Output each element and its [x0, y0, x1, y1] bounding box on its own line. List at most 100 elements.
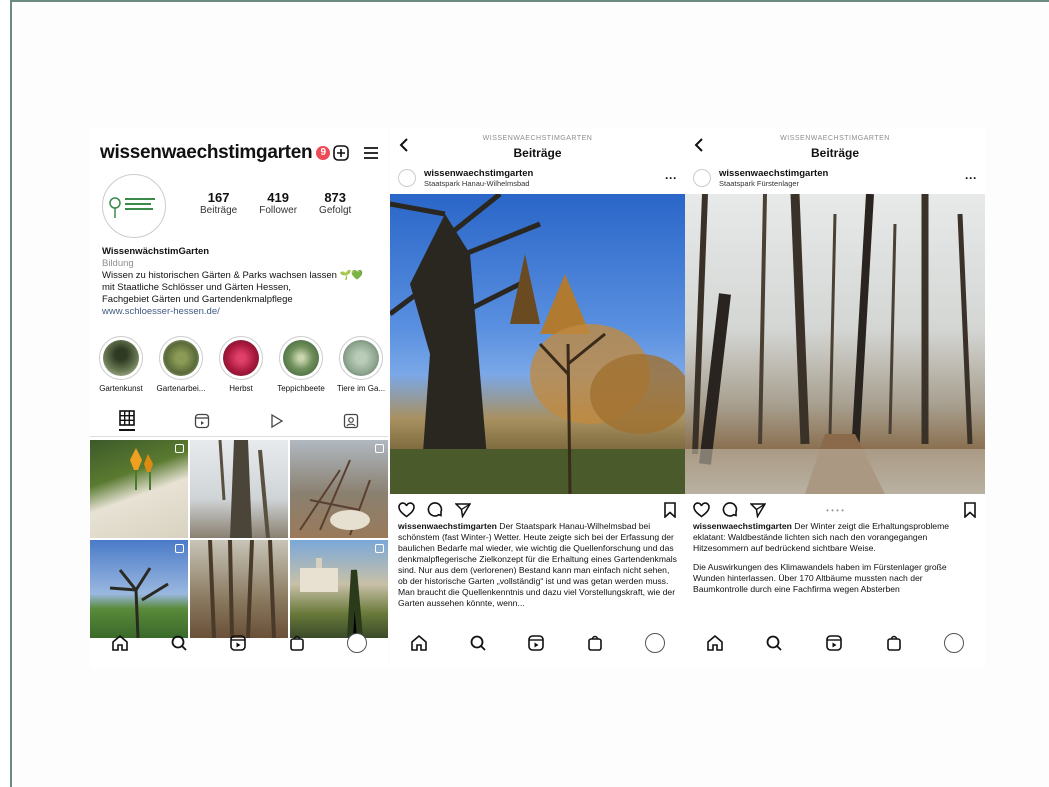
- profile-avatar-small[interactable]: [347, 633, 368, 653]
- heart-icon[interactable]: [398, 502, 415, 518]
- highlight-gartenarbeit[interactable]: Gartenarbei...: [156, 336, 206, 393]
- home-icon[interactable]: [111, 634, 129, 652]
- story-highlights: Gartenkunst Gartenarbei... Herbst Teppic…: [96, 336, 386, 393]
- bio-category: Bildung: [102, 258, 134, 269]
- bio-line: Wissen zu historischen Gärten & Parks wa…: [102, 270, 364, 281]
- post-grid: [90, 440, 388, 638]
- post-caption: wissenwaechstimgarten Der Staatspark Han…: [398, 521, 677, 609]
- tagged-icon[interactable]: [343, 410, 359, 431]
- home-icon[interactable]: [706, 634, 724, 652]
- search-icon[interactable]: [469, 634, 487, 652]
- shop-bag-icon[interactable]: [586, 634, 604, 652]
- caption-username[interactable]: wissenwaechstimgarten: [693, 521, 792, 531]
- grid-post[interactable]: [90, 540, 188, 638]
- profile-username[interactable]: wissenwaechstimgarten: [100, 142, 313, 164]
- grid-post[interactable]: [190, 440, 288, 538]
- tree-trunk-image: [218, 440, 270, 538]
- winter-forest-image: [685, 194, 985, 494]
- search-icon[interactable]: [765, 634, 783, 652]
- stat-label: Gefolgt: [319, 205, 352, 216]
- highlight-label: Teppichbeete: [277, 384, 325, 393]
- post-image[interactable]: [685, 194, 985, 494]
- post-user-row: wissenwaechstimgarten Staatspark Hanau-W…: [398, 166, 677, 190]
- highlight-label: Herbst: [229, 384, 253, 393]
- send-icon[interactable]: [455, 502, 471, 518]
- crocus-image: [130, 448, 153, 490]
- forest-image: [208, 540, 276, 638]
- post-caption: wissenwaechstimgarten Der Winter zeigt d…: [693, 521, 977, 603]
- dry-shrub-image: [299, 459, 371, 536]
- profile-tabs: [90, 410, 388, 437]
- bottom-nav: [90, 628, 388, 658]
- post-header: WISSENWAECHSTIMGARTEN Beiträge: [685, 132, 985, 164]
- header-caption: WISSENWAECHSTIMGARTEN: [780, 135, 890, 142]
- header-title: Beiträge: [810, 146, 860, 160]
- grid-post[interactable]: [290, 540, 388, 638]
- add-square-icon[interactable]: [332, 144, 350, 162]
- highlight-label: Tiere im Ga...: [336, 384, 386, 393]
- post-image[interactable]: [390, 194, 685, 494]
- post-location[interactable]: Staatspark Fürstenlager: [719, 179, 828, 188]
- oak-tree-image: [109, 567, 169, 638]
- reels-icon[interactable]: [527, 634, 545, 652]
- caption-text-2: Die Auswirkungen des Klimawandels haben …: [693, 562, 947, 594]
- hamburger-menu-icon[interactable]: [362, 144, 380, 162]
- profile-avatar-small[interactable]: [644, 633, 665, 653]
- post-location[interactable]: Staatspark Hanau-Wilhelmsbad: [424, 179, 533, 188]
- stat-label: Follower: [259, 205, 298, 216]
- highlight-tiere[interactable]: Tiere im Ga...: [336, 336, 386, 393]
- bio-line: Fachgebiet Gärten und Gartendenkmalpfleg…: [102, 294, 293, 305]
- play-icon[interactable]: [268, 410, 284, 431]
- reels-icon[interactable]: [825, 634, 843, 652]
- carousel-indicator: • • • •: [826, 506, 844, 515]
- reels-tab-icon[interactable]: [194, 410, 210, 431]
- comment-icon[interactable]: [427, 502, 443, 518]
- profile-bio: WissenwächstimGarten Bildung Wissen zu h…: [102, 246, 384, 318]
- header-caption: WISSENWAECHSTIMGARTEN: [482, 135, 593, 142]
- profile-stats: 167 Beiträge 419 Follower 873 Gefolgt: [200, 190, 351, 216]
- bio-link[interactable]: www.schloesser-hessen.de/: [102, 306, 384, 318]
- caption-username[interactable]: wissenwaechstimgarten: [398, 521, 497, 531]
- post-username[interactable]: wissenwaechstimgarten: [719, 168, 828, 179]
- avatar[interactable]: [693, 169, 711, 187]
- stat-number: 419: [267, 190, 289, 205]
- post-screen-fuerstenlager: WISSENWAECHSTIMGARTEN Beiträge wissenwae…: [685, 128, 985, 668]
- bookmark-icon[interactable]: [663, 502, 677, 518]
- park-trees-image: [390, 194, 685, 494]
- profile-header: wissenwaechstimgarten 9: [100, 138, 380, 168]
- header-title: Beiträge: [513, 146, 562, 160]
- stat-posts[interactable]: 167 Beiträge: [200, 190, 237, 216]
- profile-avatar[interactable]: [102, 174, 166, 238]
- shop-bag-icon[interactable]: [885, 634, 903, 652]
- palace-garden-image: [300, 558, 363, 638]
- shop-bag-icon[interactable]: [288, 634, 306, 652]
- reels-icon[interactable]: [229, 634, 247, 652]
- grid-post[interactable]: [290, 440, 388, 538]
- post-username[interactable]: wissenwaechstimgarten: [424, 168, 533, 179]
- more-options-icon[interactable]: ···: [665, 171, 677, 185]
- highlight-herbst[interactable]: Herbst: [216, 336, 266, 393]
- search-icon[interactable]: [170, 634, 188, 652]
- home-icon[interactable]: [410, 634, 428, 652]
- avatar[interactable]: [398, 169, 416, 187]
- stat-followers[interactable]: 419 Follower: [259, 190, 297, 216]
- notification-badge: 9: [316, 146, 331, 160]
- highlight-label: Gartenkunst: [99, 384, 143, 393]
- more-options-icon[interactable]: ···: [965, 171, 977, 185]
- highlight-teppichbeete[interactable]: Teppichbeete: [276, 336, 326, 393]
- bottom-nav: [685, 628, 985, 658]
- profile-screen: wissenwaechstimgarten 9 167 Beiträge 419…: [90, 128, 388, 668]
- stat-number: 873: [324, 190, 347, 205]
- highlight-gartenkunst[interactable]: Gartenkunst: [96, 336, 146, 393]
- multi-post-icon: [175, 544, 184, 553]
- grid-icon[interactable]: [119, 410, 136, 431]
- caption-text: Der Staatspark Hanau-Wilhelmsbad bei sch…: [398, 521, 677, 608]
- post-user-row: wissenwaechstimgarten Staatspark Fürsten…: [693, 166, 977, 190]
- stat-following[interactable]: 873 Gefolgt: [319, 190, 351, 216]
- multi-post-icon: [375, 444, 384, 453]
- bio-name: WissenwächstimGarten: [102, 246, 210, 257]
- grid-post[interactable]: [190, 540, 288, 638]
- grid-post[interactable]: [90, 440, 188, 538]
- profile-avatar-small[interactable]: [944, 633, 965, 653]
- post-screen-hanau: WISSENWAECHSTIMGARTEN Beiträge wissenwae…: [390, 128, 685, 668]
